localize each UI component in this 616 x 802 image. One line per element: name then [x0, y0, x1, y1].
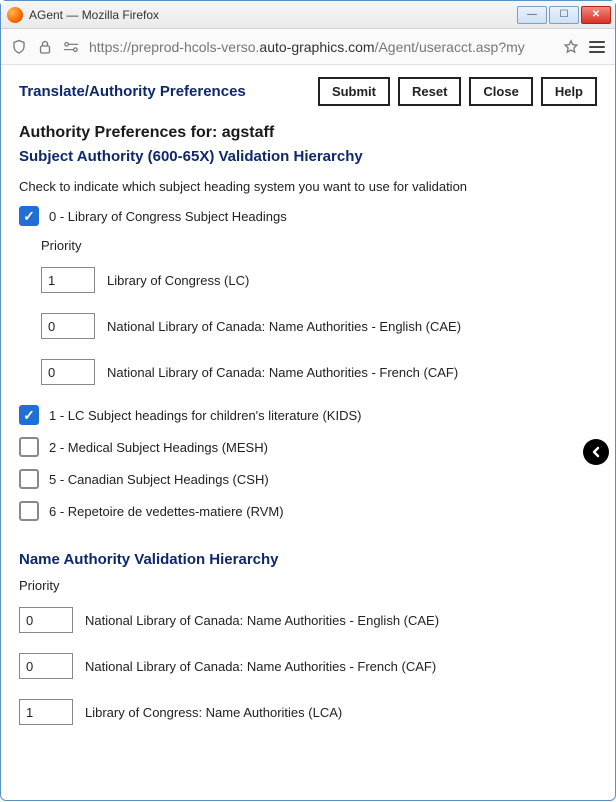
subject-opt0-prio-2-label: National Library of Canada: Name Authori… [107, 365, 458, 380]
subject-authority-heading: Subject Authority (600-65X) Validation H… [19, 148, 597, 165]
name-prio-2-input[interactable] [19, 699, 73, 725]
name-prio-2-row: Library of Congress: Name Authorities (L… [19, 699, 597, 725]
subject-option-3-checkbox[interactable] [19, 469, 39, 489]
window-minimize-button[interactable]: — [517, 6, 547, 24]
name-priority-label: Priority [19, 578, 597, 593]
prefs-for-heading: Authority Preferences for: agstaff [19, 124, 597, 142]
reset-button[interactable]: Reset [398, 77, 461, 106]
lock-icon[interactable] [37, 39, 53, 55]
bookmark-star-icon[interactable] [563, 39, 579, 55]
subject-opt0-prio-1-label: National Library of Canada: Name Authori… [107, 319, 461, 334]
subject-option-3-label: 5 - Canadian Subject Headings (CSH) [49, 472, 269, 487]
subject-option-2-row: 2 - Medical Subject Headings (MESH) [19, 437, 597, 457]
subject-option-2-label: 2 - Medical Subject Headings (MESH) [49, 440, 268, 455]
page-title: Translate/Authority Preferences [19, 83, 318, 100]
url-domain: auto-graphics.com [259, 39, 374, 55]
url-prefix: https://preprod-hcols-verso. [89, 39, 259, 55]
back-chevron-icon[interactable] [583, 439, 609, 465]
name-prio-0-label: National Library of Canada: Name Authori… [85, 613, 439, 628]
subject-opt0-prio-2-input[interactable] [41, 359, 95, 385]
help-button[interactable]: Help [541, 77, 597, 106]
subject-option-4-label: 6 - Repetoire de vedettes-matiere (RVM) [49, 504, 284, 519]
subject-option-3-row: 5 - Canadian Subject Headings (CSH) [19, 469, 597, 489]
subject-option-1-checkbox[interactable] [19, 405, 39, 425]
subject-opt0-prio-0-label: Library of Congress (LC) [107, 273, 249, 288]
name-prio-1-input[interactable] [19, 653, 73, 679]
subject-instruction: Check to indicate which subject heading … [19, 179, 597, 194]
name-prio-0-row: National Library of Canada: Name Authori… [19, 607, 597, 633]
shield-icon[interactable] [11, 39, 27, 55]
subject-opt0-prio-0-input[interactable] [41, 267, 95, 293]
submit-button[interactable]: Submit [318, 77, 390, 106]
window-title: AGent — Mozilla Firefox [29, 8, 515, 22]
name-prio-1-row: National Library of Canada: Name Authori… [19, 653, 597, 679]
hamburger-menu-icon[interactable] [589, 41, 605, 53]
permissions-icon[interactable] [63, 39, 79, 55]
subject-option-1-row: 1 - LC Subject headings for children's l… [19, 405, 597, 425]
firefox-icon [7, 7, 23, 23]
window-close-button[interactable]: ✕ [581, 6, 611, 24]
window-maximize-button[interactable]: ☐ [549, 6, 579, 24]
subject-opt0-prio-2-row: National Library of Canada: Name Authori… [41, 359, 597, 385]
name-prio-1-label: National Library of Canada: Name Authori… [85, 659, 436, 674]
subject-opt0-prio-1-input[interactable] [41, 313, 95, 339]
page-header-row: Translate/Authority Preferences Submit R… [19, 77, 597, 106]
window-titlebar: AGent — Mozilla Firefox — ☐ ✕ [1, 1, 615, 29]
subject-option-4-row: 6 - Repetoire de vedettes-matiere (RVM) [19, 501, 597, 521]
name-prio-2-label: Library of Congress: Name Authorities (L… [85, 705, 342, 720]
close-button[interactable]: Close [469, 77, 532, 106]
name-prio-0-input[interactable] [19, 607, 73, 633]
url-bar: https://preprod-hcols-verso.auto-graphic… [1, 29, 615, 65]
subject-opt0-prio-0-row: Library of Congress (LC) [41, 267, 597, 293]
name-authority-heading: Name Authority Validation Hierarchy [19, 551, 597, 568]
subject-option-0-label: 0 - Library of Congress Subject Headings [49, 209, 287, 224]
subject-option-1-label: 1 - LC Subject headings for children's l… [49, 408, 361, 423]
page-content: Translate/Authority Preferences Submit R… [1, 65, 615, 802]
subject-option-0-checkbox[interactable] [19, 206, 39, 226]
subject-option-2-checkbox[interactable] [19, 437, 39, 457]
subject-option-0-row: 0 - Library of Congress Subject Headings [19, 206, 597, 226]
subject-opt0-prio-1-row: National Library of Canada: Name Authori… [41, 313, 597, 339]
subject-option-4-checkbox[interactable] [19, 501, 39, 521]
url-suffix: /Agent/useracct.asp?my [375, 39, 525, 55]
action-button-row: Submit Reset Close Help [318, 77, 597, 106]
subject-priority-label: Priority [41, 238, 597, 253]
url-text[interactable]: https://preprod-hcols-verso.auto-graphic… [89, 39, 553, 55]
